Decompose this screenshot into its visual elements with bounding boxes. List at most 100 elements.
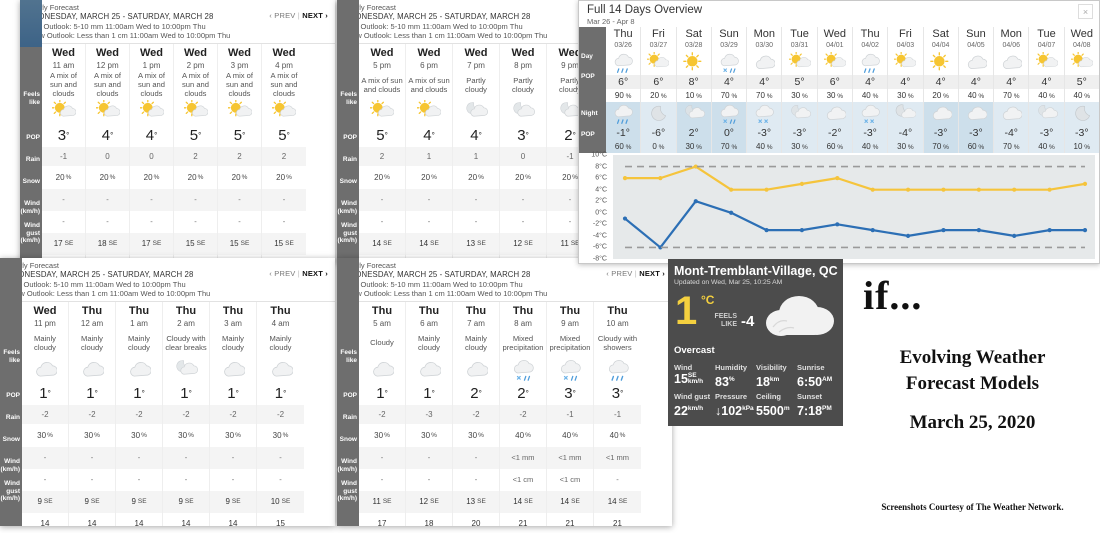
overview-label-day-pop: POP bbox=[581, 73, 595, 80]
sun-cloud-icon bbox=[86, 99, 129, 125]
overview-day-column[interactable]: Tue 03/31 5° 30 % -3° 30 % bbox=[782, 27, 818, 153]
column-temperature: 1 ° bbox=[86, 385, 98, 402]
overview-day-pop: 40 % bbox=[861, 91, 879, 100]
snow-icon bbox=[747, 102, 782, 126]
hourly-column[interactable]: Thu 7 am Mainly cloudy 2 ° -2 30 % - - 13 SE 20 bbox=[453, 301, 500, 526]
column-rain: - bbox=[500, 188, 546, 211]
overview-day-column[interactable]: Mon 03/30 4° 70 % -3° 40 % bbox=[747, 27, 783, 153]
overview-day-column[interactable]: Sat 03/28 8° 10 % 2° 30 % bbox=[676, 27, 712, 153]
column-condition: A mix of sun and clouds bbox=[408, 75, 450, 94]
column-day: Thu bbox=[128, 304, 150, 317]
overview-day-column[interactable]: Sun 03/29 4° 70 % 0° 70 % bbox=[711, 27, 748, 153]
column-wind: 12 SE bbox=[500, 232, 546, 255]
hourly-column[interactable]: Wed8 pmPartly cloudy3°020 %--12SE18 bbox=[500, 43, 547, 262]
overview-date: 03/26 bbox=[614, 42, 632, 49]
sun-icon bbox=[682, 52, 702, 71]
rail-label-pop: POP bbox=[343, 392, 357, 399]
slide-title-line2: Forecast Models bbox=[905, 373, 1040, 394]
hourly-column[interactable]: Thu 9 am Mixed precipitation 3 ° -1 40 % <1 mm <… bbox=[547, 301, 594, 526]
overview-day-column[interactable]: Thu 03/26 6° 90 % -1° 60 % bbox=[606, 27, 642, 153]
hourly-column[interactable]: Wed 5 pm A mix of sun and clouds 5 ° 2 20 % - - 1… bbox=[359, 43, 406, 262]
cloud-icon bbox=[359, 357, 405, 383]
cloud-icon bbox=[420, 361, 441, 377]
mixed-precip-icon bbox=[712, 51, 746, 75]
overview-day-column[interactable]: Wed 04/01 6° 30 % -2° 60 % bbox=[817, 27, 853, 153]
prev-button[interactable]: ‹ PREV bbox=[269, 269, 295, 278]
column-temperature: 5 ° bbox=[189, 127, 202, 144]
hourly-column[interactable]: Thu 1 am Mainly cloudy 1 ° -2 30 % - - 9 SE 14 bbox=[116, 301, 163, 526]
hourly-row-label-rail: Feels like POP Rain Snow Wind (km/h) Wind gust (k… bbox=[337, 258, 359, 526]
hourly-column[interactable]: Wed 4 pm A mix of sun and clouds 5 ° 2 20 % - - 1… bbox=[262, 44, 306, 262]
cloud-icon bbox=[210, 357, 256, 383]
column-rain: - bbox=[406, 188, 452, 211]
close-icon[interactable]: × bbox=[1078, 4, 1093, 19]
hourly-column[interactable]: Thu 3 am Mainly cloudy 1 ° -2 30 % - - 9 SE 14 bbox=[210, 301, 257, 526]
hourly-column[interactable]: Thu 10 am Cloudy with showers 3 ° -1 40 % <1 mm… bbox=[594, 302, 641, 526]
column-temperature: 2° bbox=[517, 385, 529, 402]
overview-day-of-week: Sun bbox=[966, 28, 986, 40]
full-14-days-overview-panel: Full 14 Days Overview Mar 26 - Apr 8 × D… bbox=[578, 0, 1100, 264]
hourly-column[interactable]: Wed 3 pm A mix of sun and clouds 5 ° 2 20 % - - 1… bbox=[218, 43, 262, 262]
column-condition: A mix of sun and clouds bbox=[93, 71, 122, 98]
rail-label-feels-like: Feels like bbox=[3, 349, 20, 364]
sun-cloud-icon bbox=[139, 99, 164, 117]
hourly-row-label-rail: Feels like POP Rain Snow Wind (km/h) Wind gust (k… bbox=[0, 258, 22, 526]
cloud-icon bbox=[817, 102, 852, 126]
prev-button[interactable]: ‹ PREV bbox=[269, 11, 295, 20]
panel-header: Hourly Forecast WEDNESDAY, MARCH 25 - SAT… bbox=[20, 0, 335, 44]
column-condition: Mixed precipitation bbox=[549, 333, 591, 352]
hourly-column[interactable]: Wed7 pmPartly cloudy4°120 %--13SE20 bbox=[453, 43, 500, 262]
hourly-column[interactable]: Wed 2 pm A mix of sun and clouds 5 ° 2 20 % - - 1… bbox=[174, 43, 218, 262]
column-condition: Partly cloudy bbox=[465, 75, 487, 94]
rail-label-feels-like: Feels like bbox=[23, 91, 40, 106]
hourly-column[interactable]: Thu 5 am Cloudy 1 ° -2 30 % - - 11 SE 17 bbox=[359, 301, 406, 526]
overview-day-column[interactable]: Thu 04/02 4° 40 % -3° 40 % bbox=[852, 27, 889, 153]
hourly-column[interactable]: Wed 12 pm A mix of sun and clouds 4 ° 0 20 % - -… bbox=[86, 43, 130, 262]
stat-value: 83% bbox=[715, 375, 735, 390]
if-heading: if... bbox=[863, 273, 923, 318]
hourly-column[interactable]: Thu 4 am Mainly cloudy 1 ° -2 30 % - - 10 SE 15 bbox=[257, 302, 304, 526]
overview-day-column[interactable]: Sat 04/04 4° 20 % -3° 70 % bbox=[923, 27, 959, 153]
chart-y-tick: 4°C bbox=[595, 186, 607, 194]
hourly-column[interactable]: Thu 2 am Cloudy with clear breaks 1 ° -2 30 % -… bbox=[163, 301, 210, 526]
hourly-column[interactable]: Wed 11 pm Mainly cloudy 1 ° -2 30 % - - 9 SE 14 bbox=[22, 301, 69, 526]
next-button[interactable]: NEXT › bbox=[302, 11, 328, 20]
overview-day-column[interactable]: Wed 04/08 5° 40 % -3° 10 % bbox=[1064, 27, 1099, 153]
column-temperature: 1 ° bbox=[423, 385, 435, 402]
hourly-column[interactable]: Thu 8 am Mixed precipitation 2 ° -2 40 % <1 mm <… bbox=[500, 301, 547, 526]
overview-day-column[interactable]: Sun 04/05 4° 40 % -3° 60 % bbox=[958, 27, 995, 153]
column-pop: 40 % bbox=[515, 430, 531, 440]
hourly-column[interactable]: Wed 1 pm A mix of sun and clouds 4 ° 0 20 % - - 1… bbox=[130, 43, 174, 262]
slide-canvas: Hourly Forecast WEDNESDAY, MARCH 25 - SAT… bbox=[0, 0, 1100, 533]
hourly-column[interactable]: Thu 6 am Mainly cloudy 1 ° -3 30 % - - 12 SE 18 bbox=[406, 301, 453, 526]
column-temperature: 4 ° bbox=[101, 127, 114, 144]
rail-label-feels-like: Feels like bbox=[340, 349, 357, 364]
overview-night-pop: 60 % bbox=[606, 140, 641, 153]
overview-day-column[interactable]: Tue 04/07 4° 40 % -3° 40 % bbox=[1029, 27, 1065, 153]
rail-label-rain: Rain bbox=[25, 156, 40, 163]
cloud-icon bbox=[994, 102, 1029, 126]
stat-sunrise: Sunrise 6:50AM bbox=[797, 363, 838, 390]
overview-night-temp: -4° bbox=[888, 126, 923, 140]
column-temperature: 1 ° bbox=[227, 385, 239, 402]
mixed-precip-icon bbox=[711, 102, 747, 126]
column-snow: <1 cm bbox=[512, 475, 534, 484]
hourly-column[interactable]: Wed 6 pm A mix of sun and clouds 4 ° 1 20 % - - 1… bbox=[406, 43, 453, 262]
stat-value: 6:50AM bbox=[797, 375, 833, 390]
sun-cloud-icon bbox=[130, 99, 173, 125]
column-day: Wed bbox=[272, 46, 296, 59]
overview-day-column[interactable]: Mon 04/06 4° 70 % -4° 70 % bbox=[994, 27, 1030, 153]
overview-day-column[interactable]: Fri 03/27 6° 20 % -6° 0 % bbox=[641, 27, 677, 153]
next-button[interactable]: NEXT › bbox=[639, 269, 665, 278]
hourly-column[interactable]: Wed 11 am A mix of sun and clouds 3 ° -1 20 % -… bbox=[42, 43, 86, 262]
column-snow: - bbox=[380, 475, 384, 484]
night-cloud-icon bbox=[466, 101, 488, 117]
column-hour: 2 pm bbox=[186, 60, 205, 70]
prev-button[interactable]: ‹ PREV bbox=[606, 269, 632, 278]
chart-point bbox=[941, 228, 946, 233]
overview-day-column[interactable]: Fri 04/03 4° 30 % -4° 30 % bbox=[888, 27, 924, 153]
column-snow: - bbox=[62, 217, 65, 226]
next-button[interactable]: NEXT › bbox=[302, 269, 328, 278]
rail-label-wind-gust: Wind gust (km/h) bbox=[0, 480, 21, 502]
hourly-column[interactable]: Thu 12 am Mainly cloudy 1 ° -2 30 % - - 9 SE 14 bbox=[69, 301, 116, 526]
